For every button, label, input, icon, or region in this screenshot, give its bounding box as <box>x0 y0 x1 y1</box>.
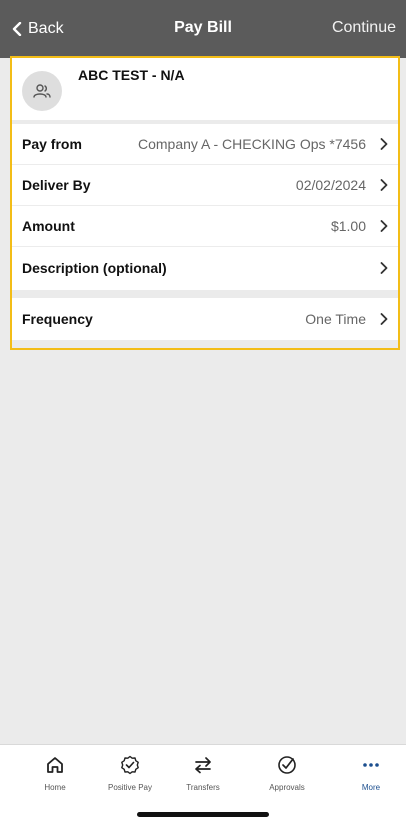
pay-bill-screen: Back Pay Bill Continue ABC TEST - N/A Pa… <box>0 0 406 821</box>
continue-button[interactable]: Continue <box>332 19 396 37</box>
avatar <box>22 71 62 111</box>
tab-home-label: Home <box>44 783 66 792</box>
description-row[interactable]: Description (optional) <box>12 247 398 288</box>
chevron-right-icon <box>380 179 388 191</box>
tab-approvals[interactable]: Approvals <box>252 753 322 792</box>
deliver-by-value: 02/02/2024 <box>295 177 366 193</box>
frequency-section: Frequency One Time <box>12 298 398 340</box>
bottom-tab-bar: Home Positive Pay Transfers Approvals Mo… <box>0 744 406 821</box>
chevron-right-icon <box>380 261 388 274</box>
home-icon <box>47 757 63 773</box>
frequency-row[interactable]: Frequency One Time <box>12 298 398 339</box>
payee-name: ABC TEST - N/A <box>78 67 185 83</box>
tab-positive-pay[interactable]: Positive Pay <box>95 753 165 792</box>
circle-check-icon <box>278 756 296 774</box>
tab-approvals-label: Approvals <box>269 783 305 792</box>
deliver-by-row[interactable]: Deliver By 02/02/2024 <box>12 165 398 206</box>
description-label: Description (optional) <box>22 259 167 276</box>
chevron-right-icon <box>380 138 388 150</box>
more-dots-icon <box>363 763 379 767</box>
amount-value: $1.00 <box>330 218 366 234</box>
chevron-right-icon <box>380 312 388 325</box>
amount-row[interactable]: Amount $1.00 <box>12 206 398 247</box>
frequency-label: Frequency <box>22 310 93 327</box>
tab-transfers[interactable]: Transfers <box>168 753 238 792</box>
tab-more-label: More <box>361 783 381 792</box>
home-indicator <box>137 812 269 817</box>
payee-card: ABC TEST - N/A <box>12 58 398 120</box>
chevron-right-icon <box>380 220 388 232</box>
pay-from-value: Company A - CHECKING Ops *7456 <box>138 136 366 152</box>
payment-details-list: Pay from Company A - CHECKING Ops *7456 … <box>12 124 398 290</box>
tab-positive-pay-label: Positive Pay <box>107 783 153 792</box>
people-icon <box>33 84 51 98</box>
amount-label: Amount <box>22 218 75 234</box>
deliver-by-label: Deliver By <box>22 177 91 193</box>
tab-home[interactable]: Home <box>20 753 90 792</box>
transfer-arrows-icon <box>195 757 211 774</box>
badge-check-icon <box>121 755 139 775</box>
tab-more[interactable]: More <box>336 753 406 792</box>
frequency-value: One Time <box>305 310 366 327</box>
tab-transfers-label: Transfers <box>186 783 220 792</box>
nav-header: Back Pay Bill Continue <box>0 0 406 58</box>
pay-from-label: Pay from <box>22 136 82 152</box>
pay-from-row[interactable]: Pay from Company A - CHECKING Ops *7456 <box>12 124 398 165</box>
